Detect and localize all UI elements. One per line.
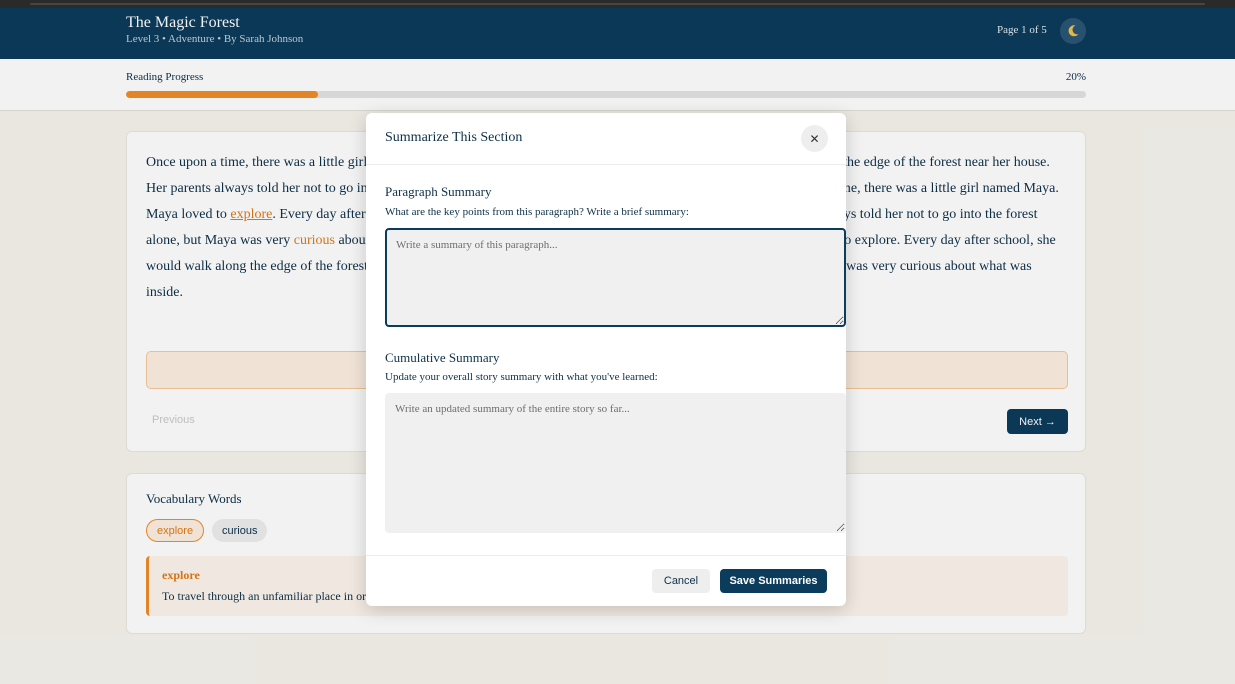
cancel-button[interactable]: Cancel (652, 569, 710, 593)
summary-modal: Summarize This Section ✕ Paragraph Summa… (366, 113, 846, 606)
cumulative-summary-textarea[interactable] (385, 393, 846, 533)
save-summaries-button[interactable]: Save Summaries (720, 569, 827, 593)
cumulative-summary-label: Cumulative Summary (385, 350, 500, 365)
close-icon: ✕ (809, 131, 820, 146)
paragraph-summary-label: Paragraph Summary (385, 184, 492, 199)
paragraph-summary-textarea[interactable] (385, 228, 846, 327)
cumulative-summary-help: Update your overall story summary with w… (385, 371, 658, 383)
modal-title: Summarize This Section (385, 130, 523, 145)
paragraph-summary-help: What are the key points from this paragr… (385, 206, 689, 218)
modal-header: Summarize This Section ✕ (366, 113, 846, 165)
modal-footer: Cancel Save Summaries (366, 555, 846, 606)
close-button[interactable]: ✕ (801, 125, 828, 152)
